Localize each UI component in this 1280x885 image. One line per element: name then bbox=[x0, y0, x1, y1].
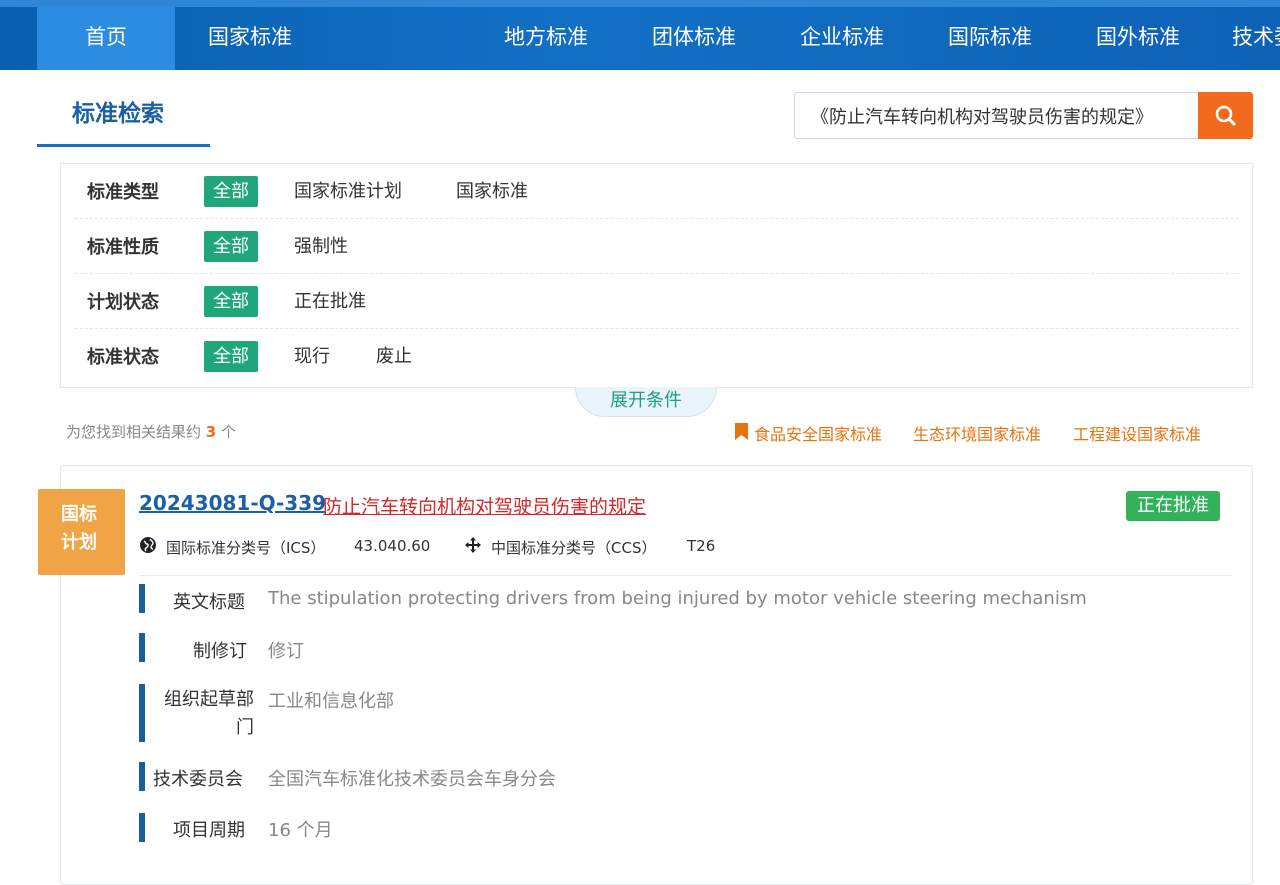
item-code-link[interactable]: 20243081-Q-339 bbox=[139, 491, 326, 515]
ics-label: 国际标准分类号（ICS） bbox=[166, 539, 326, 557]
nav-item-group-standards[interactable]: 团体标准 bbox=[652, 7, 736, 70]
filter-label: 标准性质 bbox=[87, 237, 159, 258]
ccs-value: T26 bbox=[687, 537, 716, 555]
field-marker bbox=[139, 684, 145, 742]
item-title-link[interactable]: 防止汽车转向机构对驾驶员伤害的规定 bbox=[323, 492, 646, 519]
nav-item-local-standards[interactable]: 地方标准 bbox=[504, 7, 588, 70]
ccs-label: 中国标准分类号（CCS） bbox=[491, 539, 657, 557]
tag-national-plan: 国标 计划 bbox=[38, 489, 125, 575]
field-marker bbox=[139, 813, 145, 842]
nav-item-international-standards[interactable]: 国际标准 bbox=[948, 7, 1032, 70]
nav-item-enterprise-standards[interactable]: 企业标准 bbox=[800, 7, 884, 70]
field-value-project-period: 16 个月 bbox=[268, 820, 333, 841]
filter-option[interactable]: 强制性 bbox=[294, 231, 348, 262]
filter-row-standard-type: 标准类型 全部 国家标准计划 国家标准 bbox=[75, 164, 1239, 219]
quick-link-eco-environment[interactable]: 生态环境国家标准 bbox=[913, 421, 1041, 445]
filter-label: 标准类型 bbox=[87, 182, 159, 203]
filter-option[interactable]: 现行 bbox=[294, 341, 330, 372]
quick-link-engineering[interactable]: 工程建设国家标准 bbox=[1073, 421, 1201, 445]
search-button[interactable] bbox=[1198, 92, 1253, 139]
title-underline bbox=[37, 144, 210, 147]
filter-option[interactable]: 正在批准 bbox=[294, 286, 366, 317]
filter-row-standard-status: 标准状态 全部 现行 废止 bbox=[75, 329, 1239, 384]
filter-option[interactable]: 废止 bbox=[376, 341, 412, 372]
filter-option-all[interactable]: 全部 bbox=[204, 286, 258, 317]
field-label-english-title: 英文标题 bbox=[173, 592, 245, 613]
expand-conditions-button[interactable]: 展开条件 bbox=[575, 387, 717, 417]
field-marker bbox=[139, 762, 145, 791]
filter-option[interactable]: 国家标准 bbox=[456, 176, 528, 207]
filter-label: 计划状态 bbox=[87, 292, 159, 313]
filter-option-all[interactable]: 全部 bbox=[204, 231, 258, 262]
filter-option-all[interactable]: 全部 bbox=[204, 341, 258, 372]
field-value-english-title: The stipulation protecting drivers from … bbox=[268, 588, 1087, 609]
page-title: 标准检索 bbox=[72, 101, 164, 127]
bookmark-icon bbox=[735, 423, 748, 440]
filter-row-standard-nature: 标准性质 全部 强制性 bbox=[75, 219, 1239, 274]
status-badge: 正在批准 bbox=[1126, 491, 1220, 521]
field-label-committee: 技术委员会 bbox=[153, 769, 243, 790]
filter-label: 标准状态 bbox=[87, 347, 159, 368]
search-input[interactable] bbox=[794, 92, 1198, 139]
nav-item-technical-committee[interactable]: 技术委员会 bbox=[1232, 7, 1280, 70]
tag-line: 国标 bbox=[61, 504, 97, 525]
result-count: 为您找到相关结果约 3 个 bbox=[66, 421, 236, 442]
field-marker bbox=[139, 633, 145, 662]
result-count-prefix: 为您找到相关结果约 bbox=[66, 423, 202, 441]
filter-option[interactable]: 国家标准计划 bbox=[294, 176, 402, 207]
field-value-revision: 修订 bbox=[268, 641, 304, 662]
card-divider bbox=[139, 575, 1232, 576]
field-marker bbox=[139, 584, 145, 613]
filter-row-plan-status: 计划状态 全部 正在批准 bbox=[75, 274, 1239, 329]
nav-item-national-standards[interactable]: 国家标准 bbox=[208, 7, 292, 70]
top-navigation: 首页 国家标准 地方标准 团体标准 企业标准 国际标准 国外标准 技术委员会 bbox=[0, 0, 1280, 70]
tag-line: 计划 bbox=[61, 532, 97, 553]
field-value-committee: 全国汽车标准化技术委员会车身分会 bbox=[268, 769, 556, 790]
result-count-suffix: 个 bbox=[221, 423, 237, 441]
field-label-project-period: 项目周期 bbox=[173, 820, 245, 841]
field-value-drafting-dept: 工业和信息化部 bbox=[268, 691, 394, 712]
nav-item-foreign-standards[interactable]: 国外标准 bbox=[1096, 7, 1180, 70]
globe-icon bbox=[140, 537, 156, 553]
nav-item-home[interactable]: 首页 bbox=[37, 7, 175, 70]
field-label-revision: 制修订 bbox=[193, 641, 247, 662]
filter-panel: 标准类型 全部 国家标准计划 国家标准 标准性质 全部 强制性 计划状态 全部 … bbox=[60, 163, 1253, 388]
quick-link-food-safety[interactable]: 食品安全国家标准 bbox=[754, 421, 882, 445]
search-icon bbox=[1215, 105, 1236, 126]
result-count-number: 3 bbox=[205, 423, 217, 441]
move-arrows-icon bbox=[465, 537, 481, 553]
filter-option-all[interactable]: 全部 bbox=[204, 176, 258, 207]
field-label-drafting-dept: 组织起草部门 bbox=[164, 689, 254, 738]
ics-value: 43.040.60 bbox=[354, 537, 431, 555]
